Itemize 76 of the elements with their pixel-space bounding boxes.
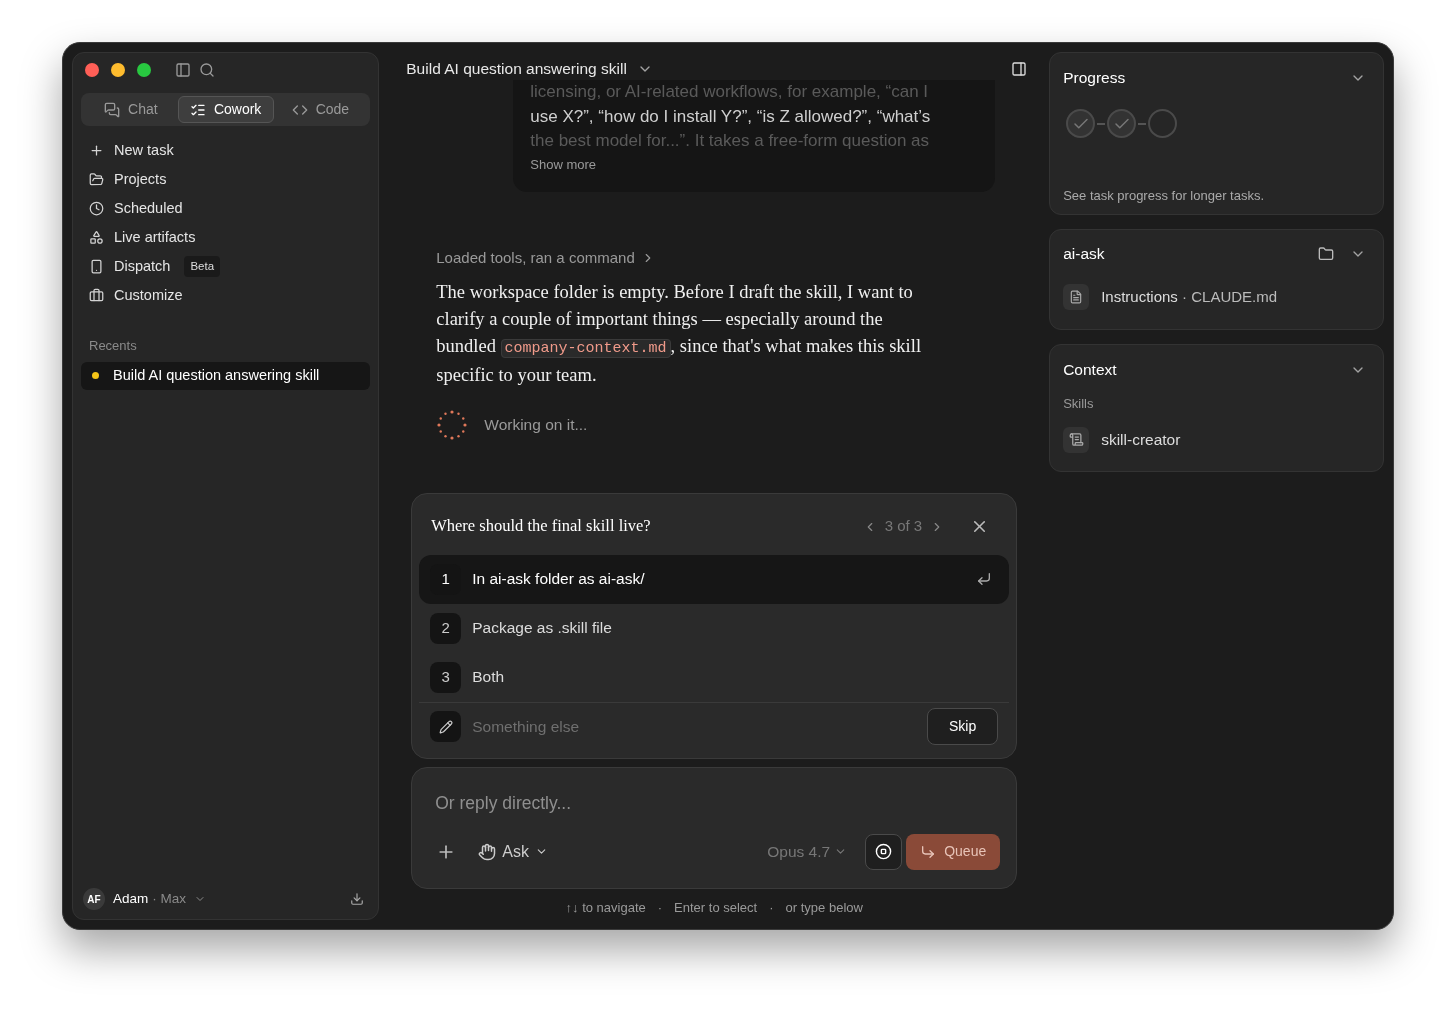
tool-summary[interactable]: Loaded tools, ran a command — [436, 247, 635, 270]
nav-link[interactable]: Dispatch — [114, 255, 171, 278]
panel-toggle-icon[interactable] — [1011, 61, 1028, 77]
phone-icon — [89, 259, 104, 274]
answer-option[interactable]: 1 In ai-ask folder as ai-ask/ — [419, 554, 1010, 604]
option-number: 2 — [430, 612, 462, 644]
skill-link[interactable]: skill-creator — [1101, 428, 1181, 452]
clock-icon — [89, 201, 104, 216]
nav-link[interactable]: Projects — [114, 168, 167, 191]
spinner-icon — [436, 408, 469, 441]
enter-icon — [976, 571, 993, 587]
document-icon — [1063, 284, 1090, 311]
nav-link[interactable]: Live artifacts — [114, 226, 196, 249]
panel-title: Context — [1063, 360, 1117, 380]
file-link[interactable]: Instructions · CLAUDE.md — [1101, 286, 1278, 309]
answer-option[interactable]: 2 Package as .skill file — [419, 603, 1010, 653]
pencil-icon — [430, 711, 462, 742]
question-pager: 3 of 3 — [884, 516, 923, 537]
plan-label: · Max — [152, 889, 187, 908]
answer-option[interactable]: 3 Both — [419, 652, 1010, 702]
skip-button[interactable]: Skip — [927, 708, 999, 745]
folder-icon — [89, 172, 104, 187]
skills-heading: Skills — [1063, 395, 1095, 414]
other-answer-field[interactable]: Something else — [472, 714, 916, 739]
user-avatar[interactable]: AF — [83, 888, 105, 910]
briefcase-icon — [89, 288, 104, 303]
option-label: In ai-ask folder as ai-ask/ — [472, 569, 645, 590]
panel-title: ai-ask — [1063, 244, 1105, 264]
keyboard-hint: Enter to select — [674, 898, 758, 917]
corner-arrow-icon — [920, 843, 937, 860]
hint-separator: · — [657, 898, 663, 917]
scroll-icon — [1063, 426, 1090, 453]
recent-task-title: Build AI question answering skill — [113, 365, 320, 385]
close-button[interactable] — [85, 63, 99, 77]
chat-icon — [104, 101, 121, 118]
mode-tab[interactable]: Chat — [84, 96, 178, 123]
search-icon[interactable] — [199, 62, 215, 78]
download-icon[interactable] — [350, 892, 365, 906]
folder-icon[interactable] — [1318, 245, 1334, 262]
mode-dropdown[interactable]: Ask — [478, 839, 548, 864]
stop-button[interactable] — [865, 833, 903, 870]
assistant-message: The workspace folder is empty. Before I draft the skill, I want to clarify a couple of important things — especially around the bundled company-context.md , since that's what makes this skill specific to your team. — [436, 280, 923, 387]
message-line: use X?”, “how do I install Y?”, “is Z allowed?”, “what’s — [530, 105, 932, 128]
recents-heading: Recents — [88, 337, 138, 355]
progress-caption: See task progress for longer tasks. — [1063, 187, 1266, 206]
question-text: Where should the final skill live? — [431, 515, 651, 538]
queue-button[interactable]: Queue — [906, 833, 1001, 870]
panel-title: Progress — [1063, 68, 1126, 88]
minimize-button[interactable] — [111, 63, 125, 77]
nav-link[interactable]: Scheduled — [114, 197, 183, 220]
keyboard-hint: or type below — [785, 898, 863, 917]
inline-code: company-context.md — [500, 338, 671, 358]
message-line: licensing, or AI-related workflows, for example, “can I — [530, 81, 930, 103]
nav-link[interactable]: New task — [114, 139, 174, 162]
shapes-icon — [89, 230, 104, 245]
option-number: 3 — [430, 661, 462, 693]
reply-field[interactable]: Or reply directly... — [428, 789, 1001, 816]
hand-icon — [478, 842, 497, 861]
show-more-link[interactable]: Show more — [530, 154, 979, 174]
beta-badge: Beta — [184, 255, 221, 278]
user-name[interactable]: Adam — [113, 888, 149, 910]
stop-icon — [875, 843, 893, 861]
option-label: Package as .skill file — [472, 618, 612, 639]
plus-icon — [89, 143, 104, 158]
status-text: Working on it... — [484, 414, 588, 435]
option-label: Both — [472, 667, 505, 688]
sidebar-toggle-icon[interactable] — [175, 62, 191, 78]
mode-tab[interactable]: Cowork — [177, 96, 274, 123]
conversation-title[interactable]: Build AI question answering skill — [406, 57, 627, 81]
nav-link[interactable]: Customize — [114, 284, 183, 307]
message-line: the best model for...”. It takes a free-form question as — [530, 130, 931, 152]
mode-tab[interactable]: Code — [273, 96, 368, 123]
zoom-button[interactable] — [137, 63, 151, 77]
keyboard-hint: ↑↓ to navigate — [565, 898, 646, 917]
recent-task[interactable]: Build AI question answering skill — [81, 361, 371, 390]
hint-separator: · — [769, 898, 774, 917]
